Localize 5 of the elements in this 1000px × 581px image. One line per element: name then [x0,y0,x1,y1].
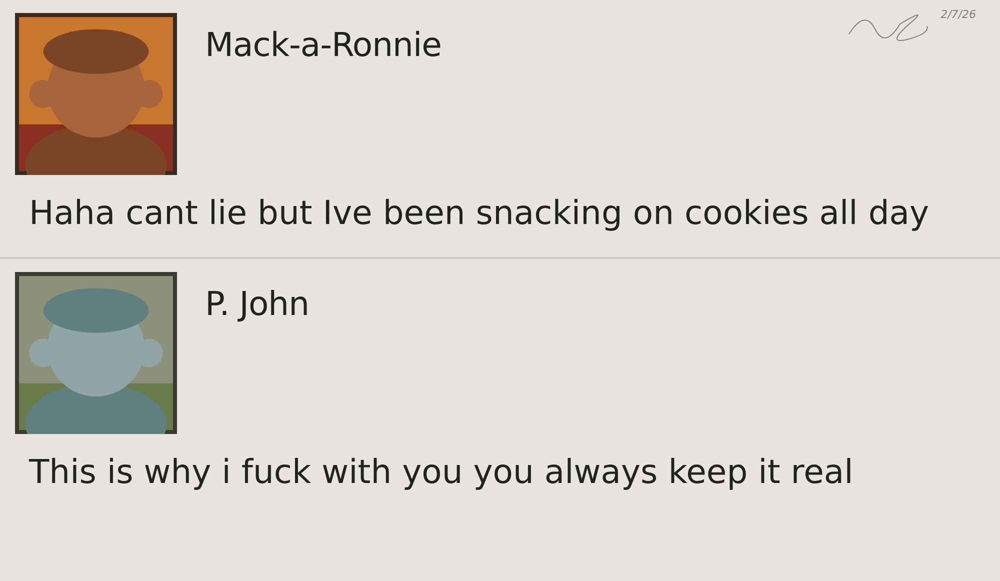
message-text: Haha cant lie but Ive been snacking on cookies all day [28,192,930,234]
author-name: P. John [205,284,309,323]
message-text: This is why i fuck with you you always keep it real [28,451,854,493]
signature-date: 2/7/26 [940,8,976,21]
author-name: Mack-a-Ronnie [205,25,442,64]
